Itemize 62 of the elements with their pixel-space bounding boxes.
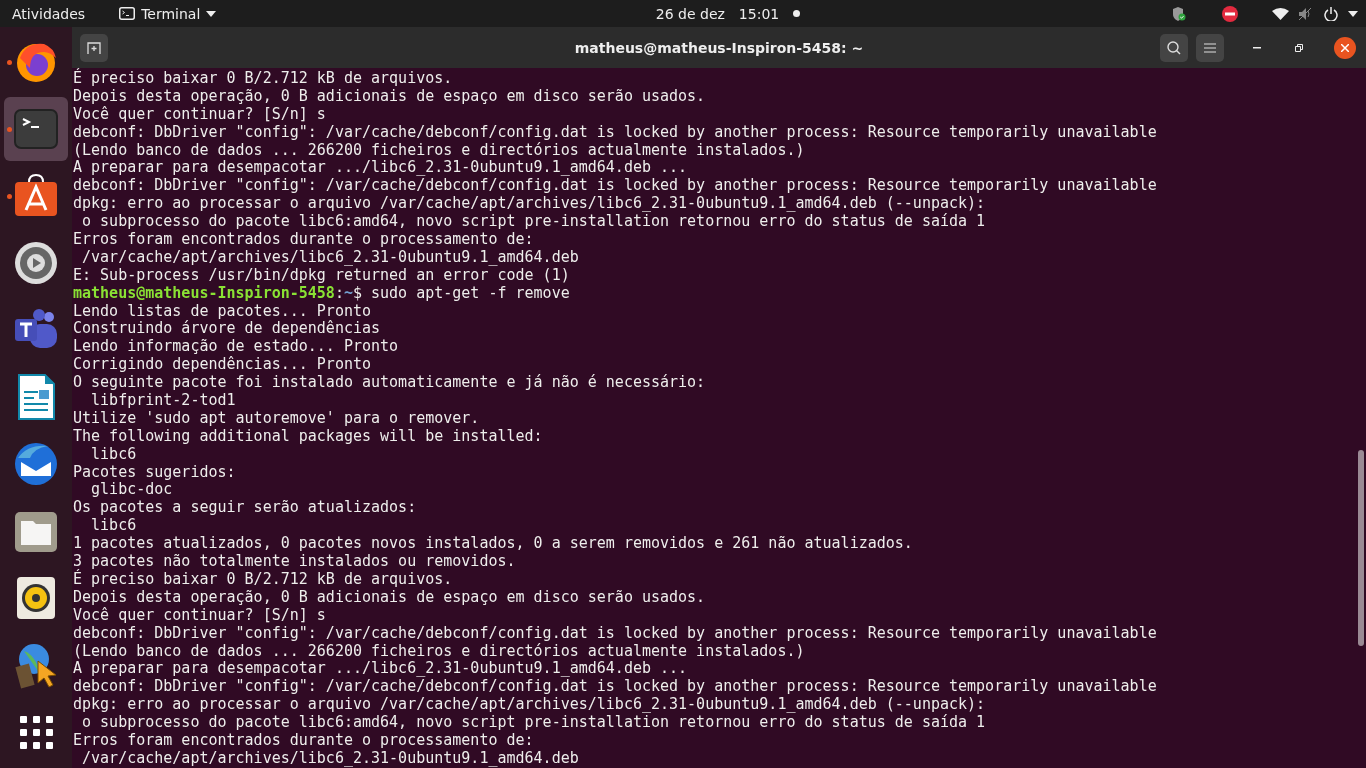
wifi-icon[interactable] bbox=[1272, 7, 1289, 20]
output-line: (Lendo banco de dados ... 266200 ficheiros e directórios actualmente instalados.) bbox=[73, 642, 806, 661]
output-line: /var/cache/apt/archives/libc6_2.31-0ubuntu9.1_amd64.deb bbox=[81, 248, 580, 267]
output-line: Você quer continuar? [S/n] s bbox=[73, 606, 327, 625]
output-line: (Lendo banco de dados ... 266200 ficheiros e directórios actualmente instalados.) bbox=[73, 141, 806, 160]
output-line: libc6 bbox=[90, 517, 138, 536]
output-line: debconf: DbDriver "config": /var/cache/debconf/config.dat is locked by another process: Resource temporarily unavailable bbox=[73, 123, 1158, 142]
caret-icon bbox=[206, 10, 217, 17]
muted-speaker-icon[interactable] bbox=[1298, 6, 1312, 21]
output-line: debconf: DbDriver "config": /var/cache/debconf/config.dat is locked by another process: Resource temporarily unavailable bbox=[73, 177, 1158, 196]
activities-button[interactable]: Atividades bbox=[12, 5, 86, 22]
power-icon[interactable] bbox=[1324, 6, 1338, 21]
output-line: Construindo árvore de dependências bbox=[73, 320, 382, 339]
output-line: The following additional packages will be installed: bbox=[73, 427, 544, 446]
menu-button[interactable] bbox=[1196, 33, 1224, 62]
menu-icon bbox=[1204, 42, 1216, 53]
output-line: libfprint-2-tod1 bbox=[90, 392, 237, 410]
output-line: dpkg: erro ao processar o arquivo /var/cache/apt/archives/libc6_2.31-0ubuntu9.1_amd64.deb (--unpack): bbox=[73, 696, 987, 714]
output-line: /var/cache/apt/archives/libc6_2.31-0ubuntu9.1_amd64.deb bbox=[81, 749, 580, 768]
output-line: É preciso baixar 0 B/2.712 kB de arquivos. bbox=[73, 570, 454, 589]
output-line: E: Sub-process /usr/bin/dpkg returned an error code (1) bbox=[73, 266, 570, 285]
output-line: O seguinte pacote foi instalado automaticamente e já não é necessário: bbox=[73, 374, 707, 393]
restore-icon bbox=[1295, 43, 1303, 52]
output-line: Depois desta operação, 0 B adicionais de espaço em disco serão usados. bbox=[73, 87, 707, 106]
output-line: glibc-doc bbox=[90, 481, 174, 500]
output-line: o subprocesso do pacote libc6:amd64, novo script pre-installation retornou erro do status de saída 1 bbox=[81, 213, 987, 231]
output-line: Você quer continuar? [S/n] s bbox=[73, 105, 327, 124]
prompt-line: matheus@matheus-Inspiron-5458:~$ sudo apt-get -f remove bbox=[73, 284, 571, 303]
output-line: É preciso baixar 0 B/2.712 kB de arquivos. bbox=[73, 70, 454, 88]
output-line: Erros foram encontrados durante o processamento de: bbox=[73, 731, 535, 750]
output-line: Os pacotes a seguir serão atualizados: bbox=[73, 499, 418, 518]
search-icon bbox=[1167, 40, 1181, 55]
output-line: Lendo listas de pacotes... Pronto bbox=[73, 302, 372, 320]
shield-icon[interactable] bbox=[1172, 5, 1186, 22]
output-line: o subprocesso do pacote libc6:amd64, novo script pre-installation retornou erro do status de saída 1 bbox=[81, 714, 987, 732]
output-line: debconf: DbDriver "config": /var/cache/debconf/config.dat is locked by another process: Resource temporarily unavailable bbox=[73, 678, 1158, 697]
output-line: Erros foram encontrados durante o processamento de: bbox=[73, 231, 535, 249]
date-text: 26 de dez bbox=[655, 5, 725, 22]
output-line: debconf: DbDriver "config": /var/cache/debconf/config.dat is locked by another process: Resource temporarily unavailable bbox=[73, 624, 1158, 643]
close-icon bbox=[1341, 43, 1349, 52]
new-tab-icon bbox=[87, 41, 101, 54]
output-line: A preparar para desempacotar .../libc6_2.31-0ubuntu9.1_amd64.deb ... bbox=[73, 159, 689, 178]
blocked-icon[interactable] bbox=[1222, 5, 1238, 22]
close-button[interactable] bbox=[1334, 36, 1356, 59]
app-menu[interactable]: Terminal bbox=[119, 5, 217, 22]
output-line: dpkg: erro ao processar o arquivo /var/cache/apt/archives/libc6_2.31-0ubuntu9.1_amd64.deb (--unpack): bbox=[73, 195, 987, 213]
window-title: matheus@matheus-Inspiron-5458: ~ bbox=[574, 39, 864, 56]
output-line: Utilize 'sudo apt autoremove' para o remover. bbox=[73, 409, 481, 428]
minimize-icon bbox=[1253, 46, 1261, 49]
output-line: A preparar para desempacotar .../libc6_2.31-0ubuntu9.1_amd64.deb ... bbox=[73, 660, 689, 679]
search-button[interactable] bbox=[1160, 33, 1188, 62]
scroll-thumb[interactable] bbox=[1358, 450, 1364, 646]
clock-text: 15:01 bbox=[738, 5, 780, 22]
output-line: Corrigindo dependências... Pronto bbox=[73, 356, 372, 375]
new-tab-button[interactable] bbox=[80, 33, 108, 62]
output-line: Pacotes sugeridos: bbox=[73, 463, 237, 482]
output-line: Lendo informação de estado... Pronto bbox=[73, 338, 400, 356]
terminal-icon bbox=[119, 7, 136, 20]
caret-icon[interactable] bbox=[1348, 10, 1358, 17]
output-line: libc6 bbox=[90, 445, 138, 464]
output-line: Depois desta operação, 0 B adicionais de espaço em disco serão usados. bbox=[73, 588, 707, 607]
output-line: 1 pacotes atualizados, 0 pacotes novos instalados, 0 a serem removidos e 261 não atualizados. bbox=[73, 535, 914, 554]
